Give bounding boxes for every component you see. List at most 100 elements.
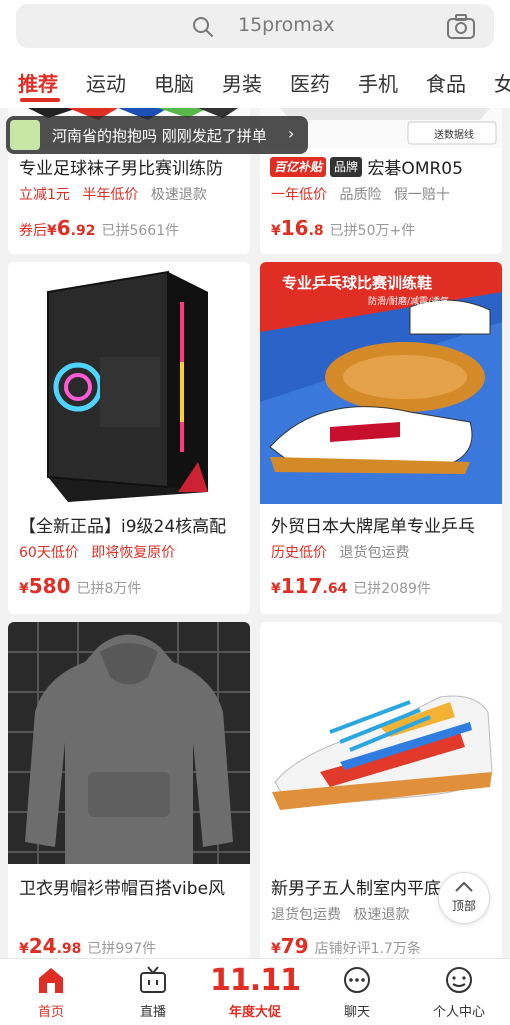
product-price: ¥16.8 已拼50万+件 [271,216,415,240]
tag: 历史低价 [271,545,327,561]
price-dec: .8 [308,223,324,239]
tv-icon [140,966,166,993]
nav-live-label: 直播 [139,1005,166,1020]
product-price: ¥117.64 已拼2089件 [271,574,431,598]
tab-computer[interactable]: 电脑 [154,68,194,97]
group-buy-toast[interactable]: 河南省的抱抱吗 刚刚发起了拼单 › [6,116,308,154]
tag: 60天低价 [19,545,79,561]
nav-live[interactable]: 直播 [102,959,204,1025]
price-dec: .92 [70,223,96,239]
search-icon [193,17,213,37]
tab-recommend[interactable]: 推荐 [18,68,58,97]
nav-promo-label: 年度大促 [228,1005,281,1020]
active-tab-indicator [20,98,60,102]
yen-sign: ¥ [19,581,29,597]
tab-food[interactable]: 食品 [426,68,466,97]
price-int: 24 [28,934,57,958]
avatar [10,120,40,150]
chevron-up-icon [455,881,473,892]
subsidy-badge: 百亿补贴 [270,156,327,177]
nav-promo[interactable]: 11.11 年度大促 [204,959,306,1025]
sold-count: 已拼2089件 [353,581,431,597]
nav-chat[interactable]: 聊天 [306,959,408,1025]
chevron-right-icon: › [288,124,295,143]
price-int: 580 [28,574,71,598]
sold-count: 店铺好评1.7万条 [314,941,421,957]
sold-count: 已拼8万件 [76,581,142,597]
tag: 一年低价 [271,187,327,203]
search-bar[interactable]: 15promax [16,4,494,48]
price-dec: .98 [56,941,82,957]
product-tags: 一年低价 品质险 假一赔十 [271,184,458,204]
product-title: 【全新正品】i9级24核高配 [19,517,227,537]
search-input[interactable]: 15promax [238,14,335,36]
product-tags: 60天低价 即将恢复原价 [19,542,183,562]
tag: 假一赔十 [393,187,450,203]
price-int: 79 [280,934,309,958]
yen-sign: ¥ [19,941,29,957]
tag: 退货包运费 [271,907,341,923]
home-icon [39,968,63,993]
top-bar: 15promax 推荐 运动 电脑 男装 医药 手机 食品 女 [0,0,510,108]
toast-text: 河南省的抱抱吗 刚刚发起了拼单 [52,127,267,145]
product-title-row: 百亿补贴 品牌 宏碁OMR05 [270,154,498,179]
product-title: 外贸日本大牌尾单专业乒乓 [271,517,475,537]
nav-chat-label: 聊天 [343,1005,370,1020]
category-tabs: 推荐 运动 电脑 男装 医药 手机 食品 女 [0,60,510,106]
product-card[interactable]: 专业乒乓球比赛训练鞋 防滑/耐磨/减震/透气 外贸日本大牌尾单专业乒乓 历史低价… [260,262,502,614]
product-tags: 退货包运费 极速退款 [271,904,417,924]
image-label: 送数据线 [434,130,474,141]
price-int: 6 [56,216,71,240]
tag: 立减1元 [19,187,70,203]
promo-1111: 11.11 [210,963,301,998]
image-subline: 防滑/耐磨/减震/透气 [368,297,450,307]
tag: 品质险 [339,187,382,203]
product-price: 券后¥6.92 已拼5661件 [19,216,179,240]
yen-sign: ¥ [271,223,281,239]
product-title: 专业足球袜子男比赛训练防 [19,159,223,179]
nav-home-label: 首页 [37,1005,64,1020]
product-card[interactable]: 卫衣男帽衫带帽百搭vibe风 ¥24.98 已拼997件 [8,622,250,962]
price-int: 117 [280,574,323,598]
tab-sports[interactable]: 运动 [86,68,126,97]
back-to-top-label: 顶部 [451,899,476,913]
product-title: 卫衣男帽衫带帽百搭vibe风 [19,879,226,899]
sold-count: 已拼50万+件 [329,223,416,239]
product-price: ¥24.98 已拼997件 [19,934,156,958]
sold-count: 已拼5661件 [101,223,180,239]
tab-menswear[interactable]: 男装 [222,68,262,97]
product-price: ¥79 店铺好评1.7万条 [271,934,421,958]
tag: 半年低价 [82,187,139,203]
tag: 退货包运费 [339,545,410,561]
product-tags: 历史低价 退货包运费 [271,542,417,562]
camera-icon[interactable] [446,14,476,40]
sold-count: 已拼997件 [87,941,157,957]
product-image [260,622,502,864]
nav-home[interactable]: 首页 [0,959,102,1025]
tag: 即将恢复原价 [91,545,176,561]
product-title: 宏碁OMR05 [367,159,463,179]
bottom-nav: 首页 直播 11.11 年度大促 聊天 个人中心 [0,958,510,1025]
tag: 极速退款 [353,907,410,923]
product-price: ¥580 已拼8万件 [19,574,141,598]
price-dec: .64 [322,581,348,597]
price-int: 16 [280,216,309,240]
tab-women[interactable]: 女 [494,68,510,97]
product-image [8,262,250,504]
profile-icon [446,967,472,993]
tab-medicine[interactable]: 医药 [290,68,330,97]
product-tags: 立减1元 半年低价 极速退款 [19,184,215,204]
back-to-top-button[interactable]: 顶部 [438,872,490,924]
chat-icon [344,967,370,993]
brand-badge: 品牌 [330,156,363,177]
price-prefix: 券后 [19,223,47,239]
nav-me[interactable]: 个人中心 [408,959,510,1025]
yen-sign: ¥ [271,941,281,957]
yen-sign: ¥ [47,223,57,239]
image-headline: 专业乒乓球比赛训练鞋 [282,274,433,292]
yen-sign: ¥ [271,581,281,597]
product-card[interactable]: 【全新正品】i9级24核高配 60天低价 即将恢复原价 ¥580 已拼8万件 [8,262,250,614]
tab-phone[interactable]: 手机 [358,68,398,97]
nav-me-label: 个人中心 [432,1005,485,1020]
tag: 极速退款 [150,187,207,203]
